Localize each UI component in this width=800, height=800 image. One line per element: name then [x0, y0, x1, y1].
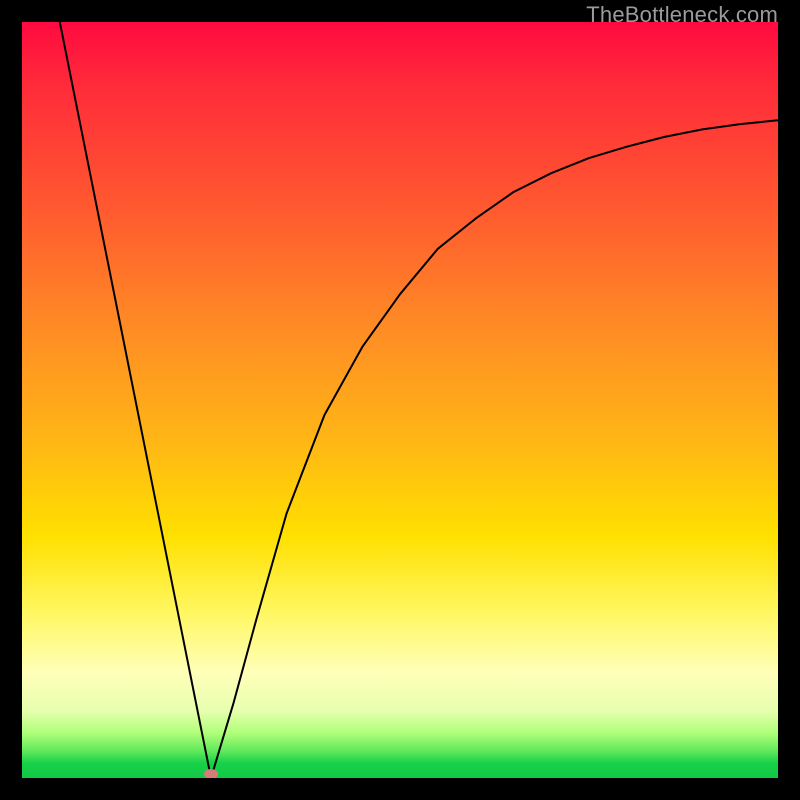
plot-area: [22, 22, 778, 778]
curve-svg: [22, 22, 778, 778]
watermark-text: TheBottleneck.com: [586, 2, 778, 28]
bottleneck-curve: [60, 22, 778, 778]
chart-frame: TheBottleneck.com: [0, 0, 800, 800]
min-marker: [204, 769, 218, 778]
